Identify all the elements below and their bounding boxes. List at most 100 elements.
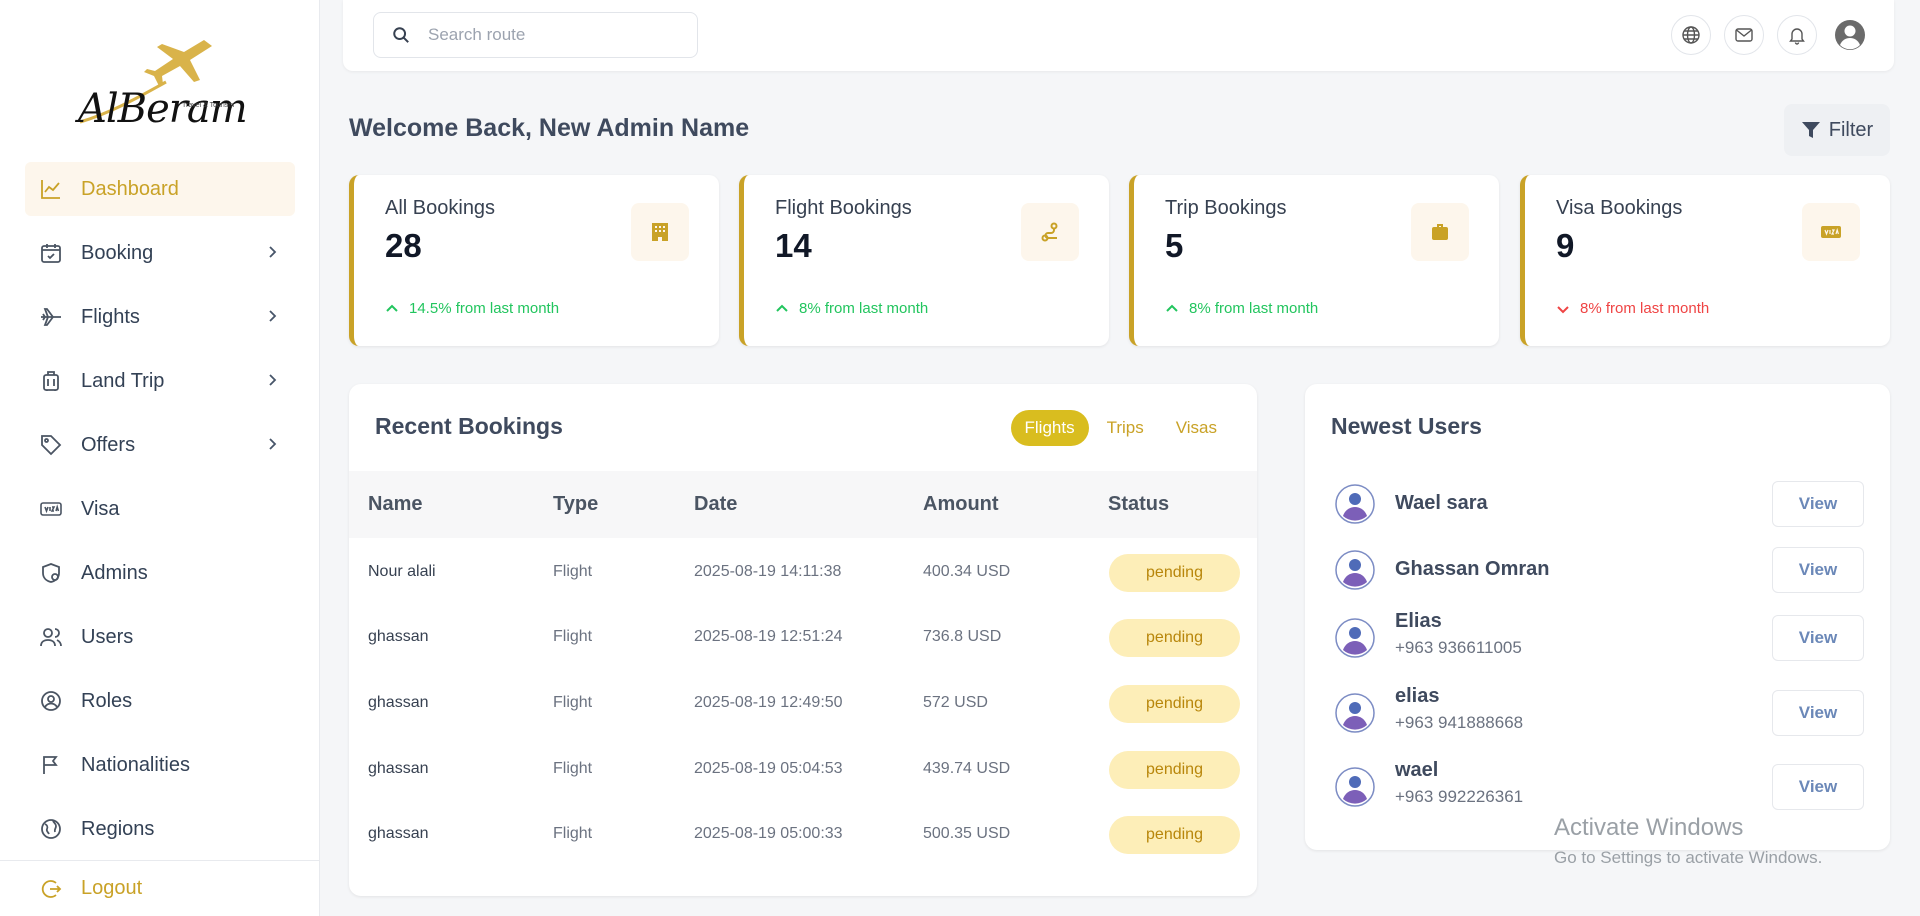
user-avatar-icon [1835, 20, 1865, 50]
status-badge: pending [1109, 685, 1240, 723]
page-title: Welcome Back, New Admin Name [349, 114, 750, 142]
cell-amount: 439.74 USD [923, 760, 1011, 777]
search-input[interactable] [428, 25, 688, 45]
cell-type: Flight [553, 563, 593, 580]
view-user-button[interactable]: View [1772, 547, 1864, 593]
stat-title: Trip Bookings [1165, 197, 1287, 219]
stat-title: Flight Bookings [775, 197, 912, 219]
calendar-check-icon [41, 244, 61, 263]
table-row[interactable]: Nour alali Flight 2025-08-19 14:11:38 40… [349, 541, 1257, 607]
newest-users-title: Newest Users [1331, 413, 1482, 439]
brand-logo[interactable]: AlBeram Travel & Tourism [74, 32, 248, 142]
list-item: wael +963 992226361 View [1331, 757, 1864, 817]
user-circle-icon [41, 691, 61, 711]
cell-amount: 400.34 USD [923, 563, 1011, 580]
watermark-subtitle: Go to Settings to activate Windows. [1554, 848, 1823, 867]
status-badge: pending [1109, 554, 1240, 592]
user-avatar-icon [1335, 618, 1375, 658]
stat-trend: 8% from last month [1556, 300, 1709, 317]
luggage-icon [43, 371, 59, 391]
flag-icon [43, 756, 58, 774]
suitcase-icon [1432, 224, 1448, 240]
sidebar-item-roles[interactable]: Roles [25, 674, 295, 728]
profile-button[interactable] [1830, 15, 1870, 55]
sidebar-item-users[interactable]: Users [25, 610, 295, 664]
sidebar-item-regions[interactable]: Regions [25, 802, 295, 856]
view-user-button[interactable]: View [1772, 690, 1864, 736]
sidebar-item-admins[interactable]: Admins [25, 546, 295, 600]
list-item: Wael sara View [1331, 474, 1864, 534]
tab-visas[interactable]: Visas [1162, 410, 1231, 446]
cell-amount: 736.8 USD [923, 628, 1002, 645]
sidebar-item-visa[interactable]: Visa [25, 482, 295, 536]
cell-date: 2025-08-19 05:00:33 [694, 825, 843, 842]
logout-icon [41, 879, 62, 898]
stat-trend-text: 8% from last month [1580, 300, 1710, 317]
top-actions [1671, 15, 1870, 55]
cell-date: 2025-08-19 12:49:50 [694, 694, 843, 711]
user-name: wael [1395, 759, 1439, 781]
list-item: elias +963 941888668 View [1331, 683, 1864, 743]
sidebar-item-nationalities[interactable]: Nationalities [25, 738, 295, 792]
stat-trend-text: 8% from last month [1189, 300, 1319, 317]
table-row[interactable]: ghassan Flight 2025-08-19 05:00:33 500.3… [349, 803, 1257, 869]
sidebar-item-flights[interactable]: Flights [25, 290, 295, 344]
sidebar-item-booking[interactable]: Booking [25, 226, 295, 280]
logo-wordmark: AlBeram [78, 86, 248, 132]
cell-type: Flight [553, 628, 593, 645]
sidebar-item-label: Booking [81, 241, 154, 264]
messages-button[interactable] [1724, 15, 1764, 55]
chevron-right-icon [269, 310, 277, 322]
search-box[interactable] [373, 12, 698, 58]
view-user-button[interactable]: View [1772, 481, 1864, 527]
recent-bookings-title: Recent Bookings [375, 413, 563, 439]
tab-trips[interactable]: Trips [1093, 410, 1158, 446]
tag-icon [41, 435, 62, 456]
table-row[interactable]: ghassan Flight 2025-08-19 12:51:24 736.8… [349, 606, 1257, 672]
chevron-down-icon [1557, 305, 1569, 313]
user-avatar-icon [1335, 767, 1375, 807]
sidebar-item-label: Roles [81, 689, 133, 712]
globe-icon [41, 819, 61, 839]
language-button[interactable] [1671, 15, 1711, 55]
stat-trend-text: 14.5% from last month [409, 300, 560, 317]
filter-button[interactable]: Filter [1784, 104, 1890, 156]
cell-date: 2025-08-19 12:51:24 [694, 628, 843, 645]
notifications-button[interactable] [1777, 15, 1817, 55]
table-row[interactable]: ghassan Flight 2025-08-19 05:04:53 439.7… [349, 738, 1257, 804]
sidebar-item-offers[interactable]: Offers [25, 418, 295, 472]
mail-icon [1735, 28, 1753, 42]
column-header-status: Status [1108, 493, 1170, 515]
logout-label: Logout [81, 877, 143, 899]
user-name: Wael sara [1395, 492, 1488, 514]
table-row[interactable]: ghassan Flight 2025-08-19 12:49:50 572 U… [349, 672, 1257, 738]
sidebar-item-dashboard[interactable]: Dashboard [25, 162, 295, 216]
recent-bookings-panel: Recent Bookings Flights Trips Visas Name… [349, 384, 1257, 896]
stat-value: 9 [1556, 227, 1575, 264]
stat-trend-text: 8% from last month [799, 300, 929, 317]
status-badge: pending [1109, 619, 1240, 657]
view-user-button[interactable]: View [1772, 764, 1864, 810]
building-icon [652, 223, 668, 241]
chart-line-icon [41, 180, 60, 199]
column-header-name: Name [368, 493, 423, 515]
stat-trend: 8% from last month [1165, 300, 1318, 317]
user-name: Elias [1395, 610, 1442, 632]
filter-label: Filter [1828, 118, 1874, 141]
stat-icon-box [1411, 203, 1469, 261]
chevron-up-icon [776, 304, 788, 312]
visa-card-icon [40, 502, 62, 516]
sidebar-item-land-trip[interactable]: Land Trip [25, 354, 295, 408]
view-user-button[interactable]: View [1772, 615, 1864, 661]
stat-card-all-bookings: All Bookings 28 14.5% from last month [349, 175, 719, 346]
visa-card-icon [1821, 226, 1841, 238]
chevron-right-icon [269, 246, 277, 258]
users-icon [40, 628, 62, 647]
chevron-up-icon [1166, 304, 1178, 312]
search-icon [393, 27, 409, 43]
stat-title: Visa Bookings [1556, 197, 1683, 219]
list-item: Elias +963 936611005 View [1331, 608, 1864, 668]
sidebar-item-label: Dashboard [81, 177, 179, 200]
tab-flights[interactable]: Flights [1010, 410, 1089, 446]
logout-button[interactable]: Logout [0, 860, 320, 916]
